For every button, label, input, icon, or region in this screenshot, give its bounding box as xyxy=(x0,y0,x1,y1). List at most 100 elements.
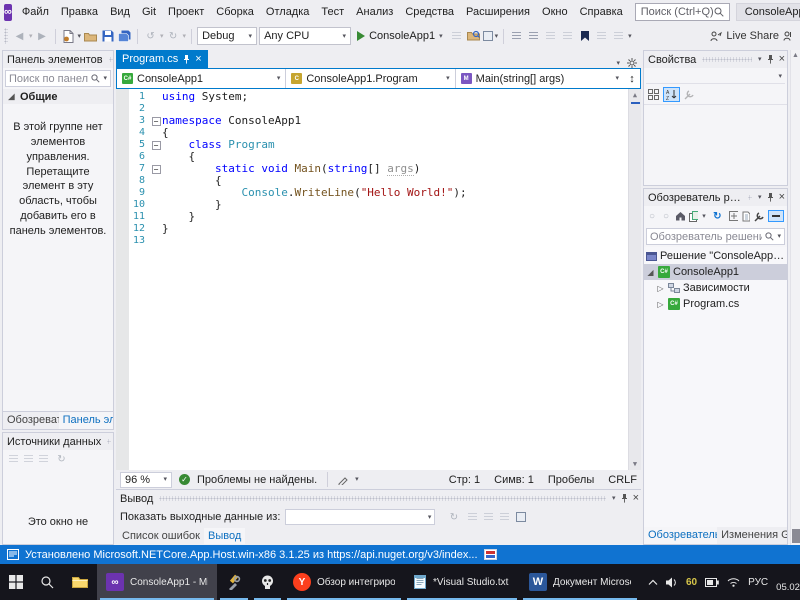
chevron-down-icon[interactable]: ▾ xyxy=(758,56,762,63)
menu-view[interactable]: Вид xyxy=(104,3,136,21)
code-line[interactable]: 7− static void Main(string[] args) xyxy=(116,162,628,176)
menu-edit[interactable]: Правка xyxy=(55,3,104,21)
taskbar-vs-task[interactable]: ∞ ConsoleApp1 - Mic... xyxy=(97,564,217,600)
menu-help[interactable]: Справка xyxy=(574,3,629,21)
tree-item-dependencies[interactable]: ▷ Зависимости xyxy=(644,280,787,296)
chevron-down-icon[interactable]: ▾ xyxy=(612,495,616,502)
language-indicator[interactable]: РУС xyxy=(748,577,768,588)
chevron-down-icon[interactable]: ▾ xyxy=(183,33,187,40)
scrollbar-thumb[interactable] xyxy=(791,529,800,543)
add-data-source-icon[interactable] xyxy=(9,455,18,463)
chevron-down-icon[interactable]: ▾ xyxy=(29,33,33,40)
code-line[interactable]: 11} xyxy=(116,211,628,223)
switch-views-icon[interactable] xyxy=(688,210,699,222)
chevron-down-icon[interactable]: ▾ xyxy=(777,233,781,240)
network-icon[interactable] xyxy=(727,577,740,587)
taskbar-tools-app[interactable] xyxy=(217,564,251,600)
battery-percent[interactable]: 60 xyxy=(686,577,697,588)
solution-name-badge[interactable]: ConsoleApp1 xyxy=(735,3,800,21)
chevron-down-icon[interactable]: ▾ xyxy=(702,213,706,220)
solution-explorer-header[interactable]: Обозреватель решений ▾ × xyxy=(644,189,787,206)
categorized-view-icon[interactable] xyxy=(648,89,659,100)
new-file-icon[interactable] xyxy=(61,28,76,45)
output-source-combo[interactable]: ▾ xyxy=(285,509,436,525)
properties-wrench-icon[interactable] xyxy=(754,211,764,222)
tab-solution-explorer[interactable]: Обозреватель реше... xyxy=(644,527,718,544)
quick-search-input[interactable]: Поиск (Ctrl+Q) xyxy=(634,3,730,21)
platform-combo[interactable]: Any CPU ▾ xyxy=(259,27,352,45)
next-bookmark-icon[interactable] xyxy=(611,28,626,45)
feedback-icon[interactable] xyxy=(783,31,792,41)
chevron-down-icon[interactable]: ▾ xyxy=(355,476,359,483)
taskbar-skull-app[interactable] xyxy=(251,564,284,600)
taskbar-notepad-task[interactable]: *Visual Studio.txt - ... xyxy=(404,564,520,600)
eol-indicator[interactable]: CRLF xyxy=(608,474,637,486)
redo-icon[interactable]: ↻ xyxy=(166,28,181,45)
open-file-icon[interactable] xyxy=(83,28,98,45)
whitespace-settings-icon[interactable] xyxy=(338,475,348,485)
toolbox-header[interactable]: Панель элементов ▾ × xyxy=(3,51,113,68)
hot-reload-icon[interactable] xyxy=(449,28,464,45)
health-check-icon[interactable]: ✓ xyxy=(179,474,190,485)
data-sources-header[interactable]: Источники данных ▾ × xyxy=(3,433,113,450)
previous-message-icon[interactable] xyxy=(468,513,478,521)
uncomment-icon[interactable] xyxy=(560,28,575,45)
find-in-files-icon[interactable] xyxy=(466,28,481,45)
tab-git-changes[interactable]: Изменения Git — п... xyxy=(717,527,787,544)
toolbox-search-input[interactable]: Поиск по панели элемен ▾ xyxy=(5,70,111,87)
tab-server-explorer[interactable]: Обозревате... xyxy=(3,412,59,429)
chevron-down-icon[interactable]: ▾ xyxy=(616,60,620,67)
code-line[interactable]: 12} xyxy=(116,223,628,235)
undo-icon[interactable]: ↺ xyxy=(143,28,158,45)
fold-collapse-icon[interactable]: − xyxy=(150,164,162,174)
code-line[interactable]: 9 Console.WriteLine("Hello World!"); xyxy=(116,187,628,199)
property-pages-icon[interactable] xyxy=(684,89,695,100)
close-icon[interactable]: × xyxy=(779,192,785,203)
menu-project[interactable]: Проект xyxy=(162,3,210,21)
menu-analyze[interactable]: Анализ xyxy=(350,3,399,21)
pin-icon[interactable] xyxy=(767,55,774,64)
close-icon[interactable]: × xyxy=(779,54,785,65)
save-all-icon[interactable] xyxy=(117,28,132,45)
fold-collapse-icon[interactable]: − xyxy=(150,140,162,150)
pin-icon[interactable] xyxy=(621,494,628,503)
back-icon[interactable]: ○ xyxy=(647,208,657,225)
refresh-icon[interactable]: ↻ xyxy=(54,451,69,468)
chevron-down-icon[interactable]: ▾ xyxy=(78,33,82,40)
line-indicator[interactable]: Стр: 1 xyxy=(449,474,480,486)
status-extra-icon[interactable] xyxy=(483,549,497,560)
scroll-up-icon[interactable]: ▲ xyxy=(633,91,637,99)
nav-project-combo[interactable]: C# ConsoleApp1 ▾ xyxy=(117,69,287,88)
collapse-all-icon[interactable] xyxy=(728,210,738,222)
clear-all-icon[interactable] xyxy=(500,513,510,521)
speaker-icon[interactable] xyxy=(666,577,678,588)
chevron-down-icon[interactable]: ▾ xyxy=(160,33,164,40)
tab-output[interactable]: Вывод xyxy=(203,528,246,544)
navigate-forward-icon[interactable]: ▶ xyxy=(35,28,50,45)
intellitrace-icon[interactable] xyxy=(482,31,493,41)
battery-icon[interactable] xyxy=(705,577,719,587)
toggle-word-wrap-icon[interactable] xyxy=(516,512,527,522)
live-share-button[interactable]: Live Share xyxy=(710,30,796,42)
window-vertical-scrollbar[interactable]: ▲ xyxy=(790,50,800,545)
tray-expand-icon[interactable] xyxy=(648,579,658,586)
close-icon[interactable]: × xyxy=(195,53,201,65)
nav-type-combo[interactable]: C ConsoleApp1.Program ▾ xyxy=(286,69,456,88)
fold-collapse-icon[interactable]: − xyxy=(150,116,162,126)
find-message-icon[interactable]: ↻ xyxy=(446,509,461,526)
scroll-down-icon[interactable]: ▼ xyxy=(633,460,637,468)
code-editor[interactable]: 1 using System; 2 3− namespace ConsoleApp1 4{… xyxy=(116,89,641,470)
pin-icon[interactable] xyxy=(183,54,190,64)
properties-header[interactable]: Свойства ▾ × xyxy=(644,51,787,68)
bookmark-icon[interactable] xyxy=(577,28,592,45)
home-icon[interactable] xyxy=(675,211,685,221)
menu-build[interactable]: Сборка xyxy=(210,3,260,21)
chevron-down-icon[interactable]: ▾ xyxy=(495,33,499,40)
pin-icon[interactable] xyxy=(767,193,774,202)
close-icon[interactable]: × xyxy=(633,493,639,504)
clock[interactable]: 17:31 05.02.2023 xyxy=(776,571,800,594)
taskbar-yandex-task[interactable]: Y Обзор интегриров... xyxy=(284,564,404,600)
editor-vertical-scrollbar[interactable]: ▲ ▼ xyxy=(628,89,641,470)
start-debug-button[interactable]: ConsoleApp1 ▾ xyxy=(353,26,447,46)
edit-data-source-icon[interactable] xyxy=(24,455,33,463)
